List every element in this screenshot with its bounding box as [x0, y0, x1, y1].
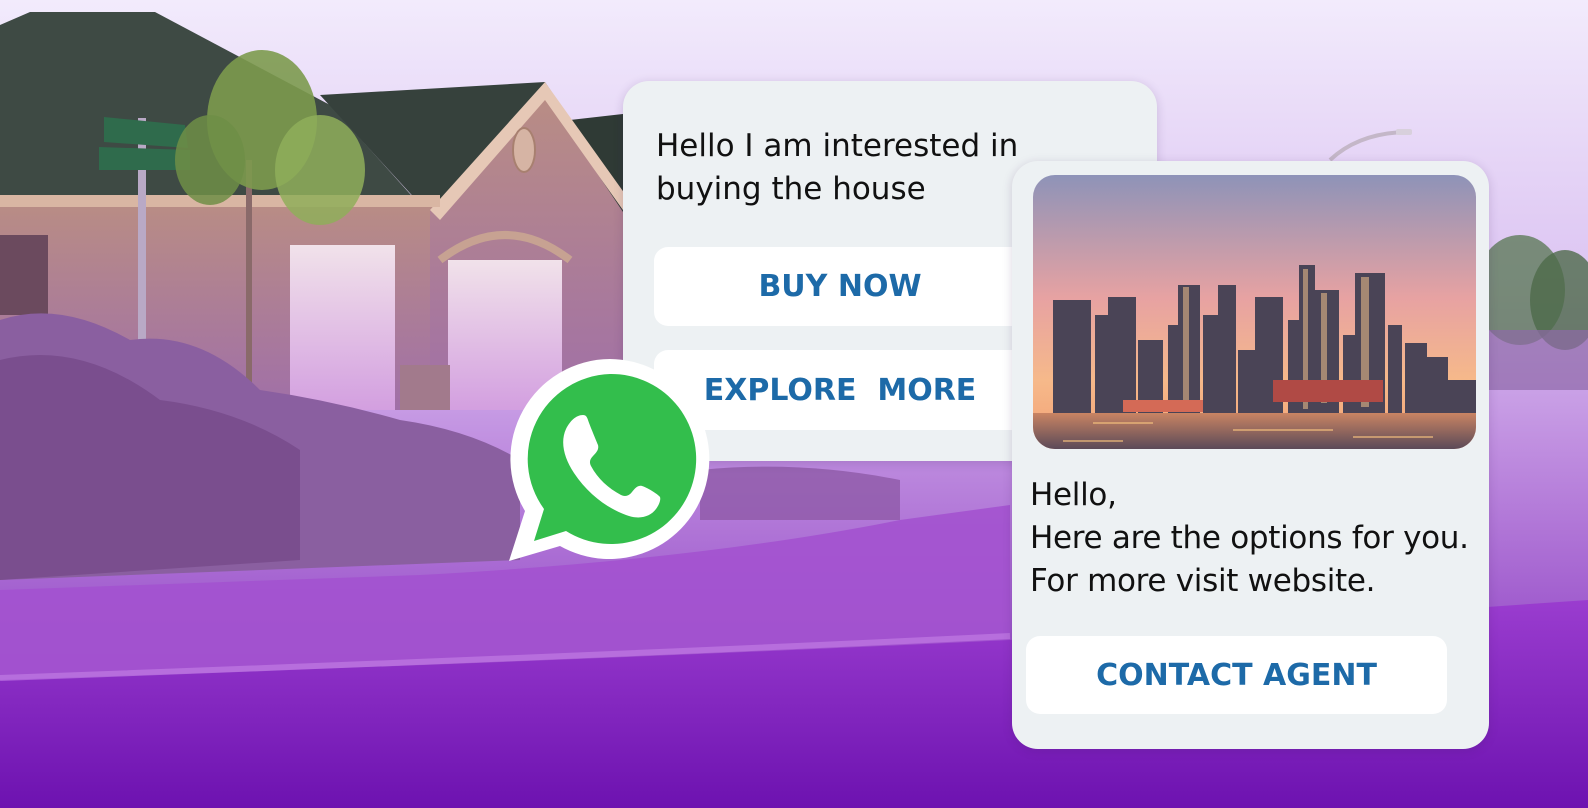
reply-body: Here are the options for you. For more v…: [1030, 520, 1469, 599]
buy-now-button[interactable]: BUY NOW: [654, 247, 1026, 326]
reply-message-card: Hello, Here are the options for you. For …: [1012, 161, 1489, 749]
reply-greeting: Hello,: [1030, 477, 1117, 513]
whatsapp-icon: [509, 359, 710, 561]
background-trees: [1475, 235, 1588, 390]
reply-message-text: Hello, Here are the options for you. For …: [1030, 474, 1480, 603]
user-message-text: Hello I am interested in buying the hous…: [656, 128, 1019, 207]
contact-agent-button[interactable]: CONTACT AGENT: [1026, 636, 1447, 714]
city-skyline-photo: [1033, 175, 1476, 449]
